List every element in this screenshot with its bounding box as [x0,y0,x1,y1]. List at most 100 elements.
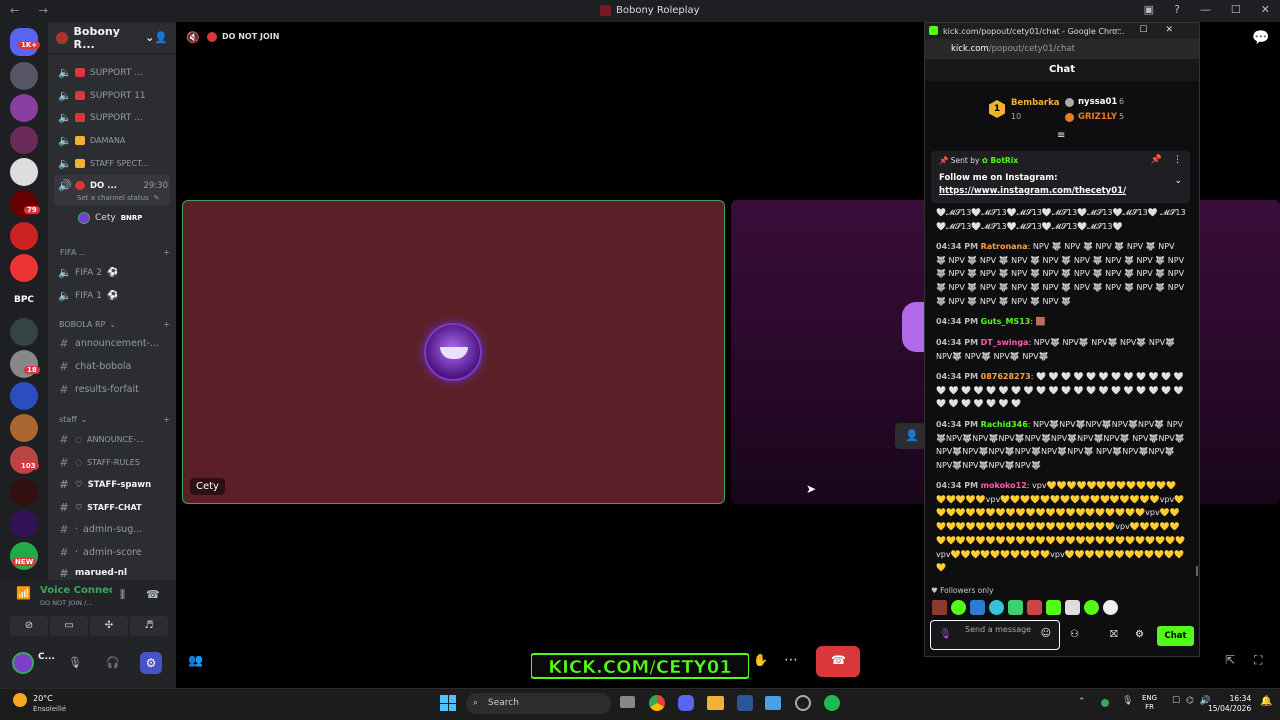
weather-temp[interactable]: 20°C [33,694,53,703]
emote-icon[interactable] [1046,600,1061,615]
voice-channel[interactable]: 🔈 FIFA 2 ⚽ [58,266,176,279]
settings-gear-icon[interactable]: ⚙ [1135,629,1144,640]
fullscreen-icon[interactable]: ⛶ [1254,653,1262,668]
voice-channel[interactable]: 🔈 SUPPORT ... [58,111,176,124]
add-people-icon[interactable]: 👥 [188,653,203,667]
voice-channel[interactable]: 🔈 SUPPORT ... [58,66,176,79]
taskbar-search[interactable]: ⌕ Search [466,693,611,714]
voice-channel[interactable]: 🔈 SUPPORT 11 [58,89,176,102]
signal-icon[interactable]: 📶 [16,586,31,600]
voice-channel[interactable]: 🔈 DAMANA [58,134,176,147]
emote-icon[interactable] [1027,600,1042,615]
noise-suppression-icon[interactable]: ⫼ [120,588,125,602]
emote-icon[interactable] [970,600,985,615]
server-icon[interactable] [10,414,38,442]
soundboard-button[interactable]: ♬ [130,616,168,636]
maximize-icon[interactable]: ☐ [1231,3,1241,16]
avatar[interactable] [12,652,34,674]
screen-share-button[interactable]: ▭ [50,616,88,636]
popout-window-controls[interactable]: —☐✕ [1112,25,1191,35]
popout-icon[interactable]: ⇱ [1225,653,1235,667]
chat-scrollbar[interactable] [1196,566,1198,576]
spotify-icon[interactable] [824,695,840,711]
emote-icon[interactable] [989,600,1004,615]
server-icon[interactable] [10,510,38,538]
server-icon[interactable] [10,158,38,186]
plus-icon[interactable]: + [163,320,170,329]
camera-off-button[interactable]: ⊘ [10,616,48,636]
server-header[interactable]: Bobony R... ⌄ 👤 [48,22,176,54]
pinned-message[interactable]: 📌 Sent by ✿ BotRix 📌 ⋮ Follow me on Inst… [931,151,1190,203]
coins-icon[interactable]: ⚇ [1070,629,1079,640]
minimize-icon[interactable]: — [1200,3,1211,16]
hangup-button[interactable]: ☎ [816,646,860,677]
emoji-icon[interactable]: ☺ [1041,628,1051,639]
username[interactable]: C... [38,652,55,662]
start-icon[interactable] [440,695,456,711]
text-channel-unread[interactable]: # ♡ STAFF-spawn [58,478,176,491]
server-icon[interactable] [10,318,38,346]
text-channel[interactable]: # · admin-sug... [58,523,176,536]
file-explorer-icon[interactable] [707,696,724,710]
discord-icon[interactable] [678,695,694,711]
leaderboard-name[interactable]: Bembarka [1011,98,1060,108]
steam-icon[interactable] [795,695,811,711]
emote-icon[interactable] [932,600,947,615]
category-bobola[interactable]: BOBOLA RP ⌄ + [59,320,170,329]
emote-icon[interactable] [951,600,966,615]
weather-desc[interactable]: Ensoleillé [33,705,66,713]
close-icon[interactable]: ✕ [1261,3,1270,16]
chrome-icon[interactable] [649,695,665,711]
gift-icon[interactable]: ⛝ [1110,629,1118,640]
text-channel[interactable]: # announcement-... [58,337,176,350]
language-indicator[interactable]: ENG FR [1142,694,1157,712]
emote-icon[interactable] [1103,600,1118,615]
text-channel[interactable]: # chat-bobola [58,360,176,373]
server-icon[interactable] [10,222,38,250]
help-icon[interactable]: ? [1174,3,1180,16]
taskbar-clock[interactable]: 16:34 15/04/2026 [1208,694,1251,714]
collapse-icon[interactable]: ≡ [1057,130,1065,141]
pin-icon[interactable]: 📌 [1151,155,1162,165]
photos-icon[interactable] [765,696,781,710]
emote-icon[interactable] [1065,600,1080,615]
settings-gear-icon[interactable]: ⚙ [140,652,162,674]
activities-button[interactable]: ✣ [90,616,128,636]
back-forward-icons[interactable]: ← → [10,4,56,17]
text-channel[interactable]: # ◌ STAFF-RULES [58,456,176,469]
text-channel-unread[interactable]: # marued-nl [58,568,176,578]
text-channel[interactable]: # · admin-score [58,546,176,559]
voice-channel[interactable]: 🔈 FIFA 1 ⚽ [58,289,176,302]
active-channel-label[interactable]: 🔊 DO ... 29:30 [58,179,176,192]
server-icon[interactable] [10,254,38,282]
task-view-icon[interactable] [620,696,635,708]
text-channel[interactable]: # ◌ ANNOUNCE-... [58,433,176,446]
server-icon[interactable]: BPC [10,286,38,314]
tray-app-icon[interactable] [1101,699,1109,707]
plus-icon[interactable]: + [163,248,170,257]
inbox-icon[interactable]: ▣ [1144,3,1154,16]
notifications-icon[interactable]: 🔔 [1260,696,1272,707]
disconnect-icon[interactable]: ☎ [146,588,160,601]
plus-icon[interactable]: + [163,415,170,424]
chat-send-button[interactable]: Chat [1157,626,1194,646]
emote-icon[interactable] [1008,600,1023,615]
instagram-link[interactable]: https://www.instagram.com/thecety01/ [939,186,1126,196]
chat-bubble-icon[interactable]: 💬 [1252,30,1269,46]
text-channel[interactable]: # results-forfait [58,383,176,396]
category-staff[interactable]: staff ⌄ + [59,415,170,424]
speaker-muted-icon[interactable]: 🔇 [186,31,200,44]
add-member-icon[interactable]: 👤 [154,31,168,44]
voice-channel-path[interactable]: DO NOT JOIN /... [40,599,92,607]
chevron-down-icon[interactable]: ⌄ [1174,176,1182,186]
invite-button[interactable]: 👤 [895,423,925,449]
leaderboard-name[interactable]: GRIZ1LY [1078,112,1117,122]
text-channel-unread[interactable]: # ♡ STAFF-CHAT [58,501,176,514]
microphone-icon[interactable]: 🎙 [939,629,952,640]
tray-chevron-icon[interactable]: ⌃ [1078,697,1086,707]
microphone-icon[interactable]: 🎙 [68,656,82,669]
chat-input[interactable]: 🎙 Send a message ☺ [930,620,1060,650]
window-controls[interactable]: ▣? — ☐ ✕ [1144,3,1270,16]
server-icon[interactable] [10,94,38,122]
weather-sun-icon[interactable] [13,693,27,707]
